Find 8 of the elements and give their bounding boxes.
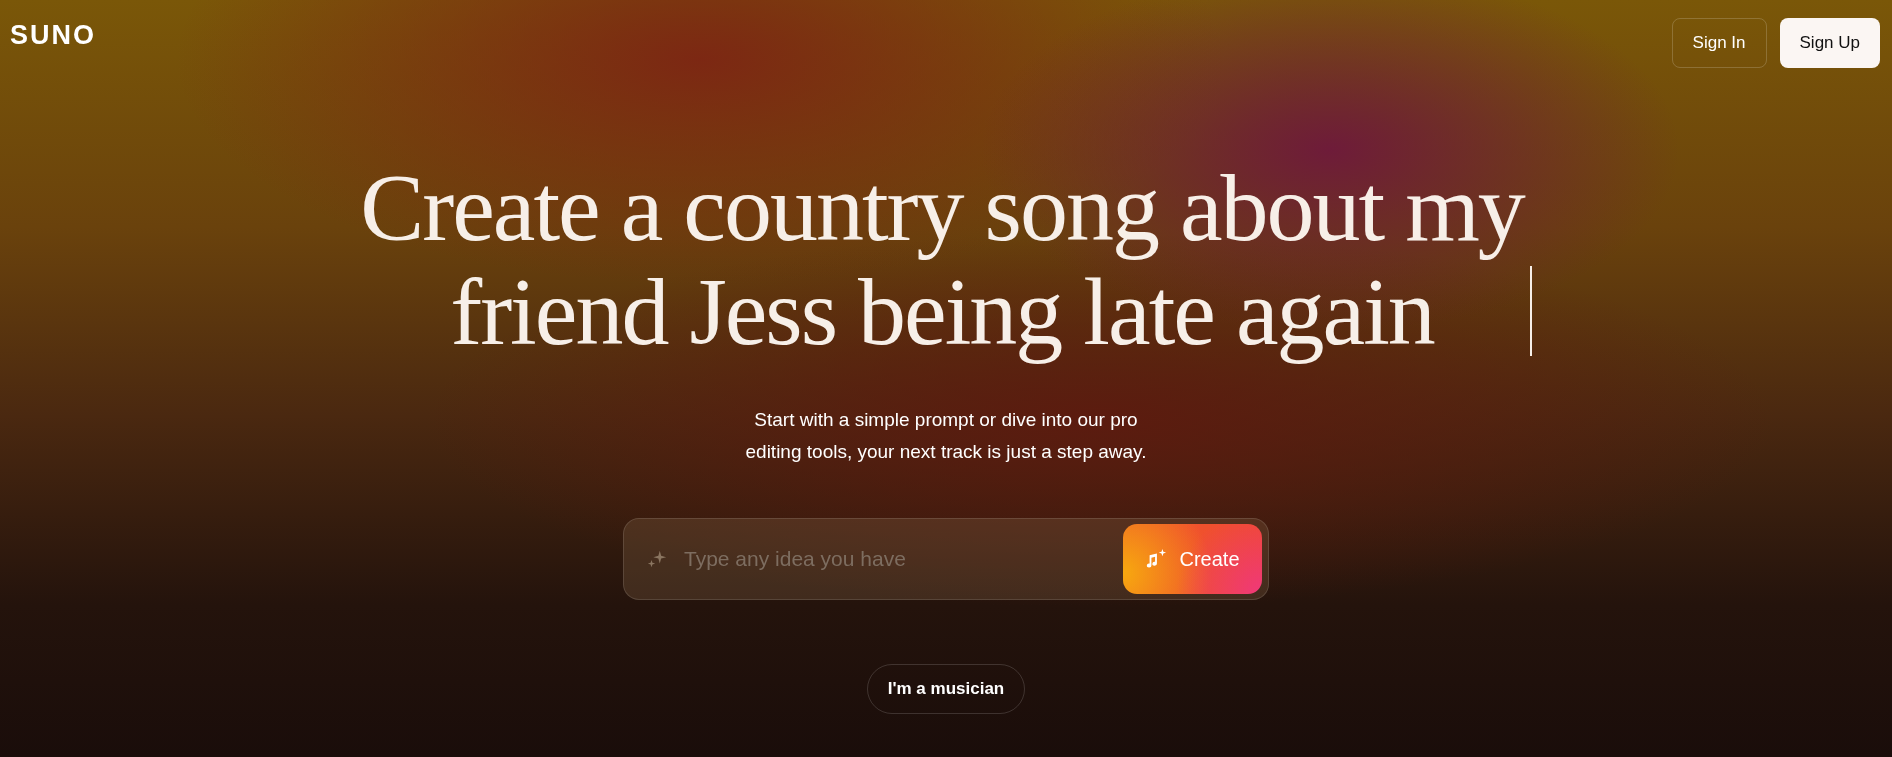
music-note-icon — [1145, 548, 1168, 570]
headline: Create a country song about my friend Jess being late again — [360, 156, 1524, 364]
create-button[interactable]: Create — [1123, 524, 1262, 594]
prompt-field[interactable]: Type any idea you have Create — [623, 518, 1269, 600]
subtitle: Start with a simple prompt or dive into our pro editing tools, your next track is just a step away. — [745, 408, 1147, 464]
sign-up-button[interactable]: Sign Up — [1779, 18, 1880, 68]
logo[interactable]: SUNO — [10, 20, 96, 51]
sign-in-button[interactable]: Sign In — [1671, 18, 1767, 68]
